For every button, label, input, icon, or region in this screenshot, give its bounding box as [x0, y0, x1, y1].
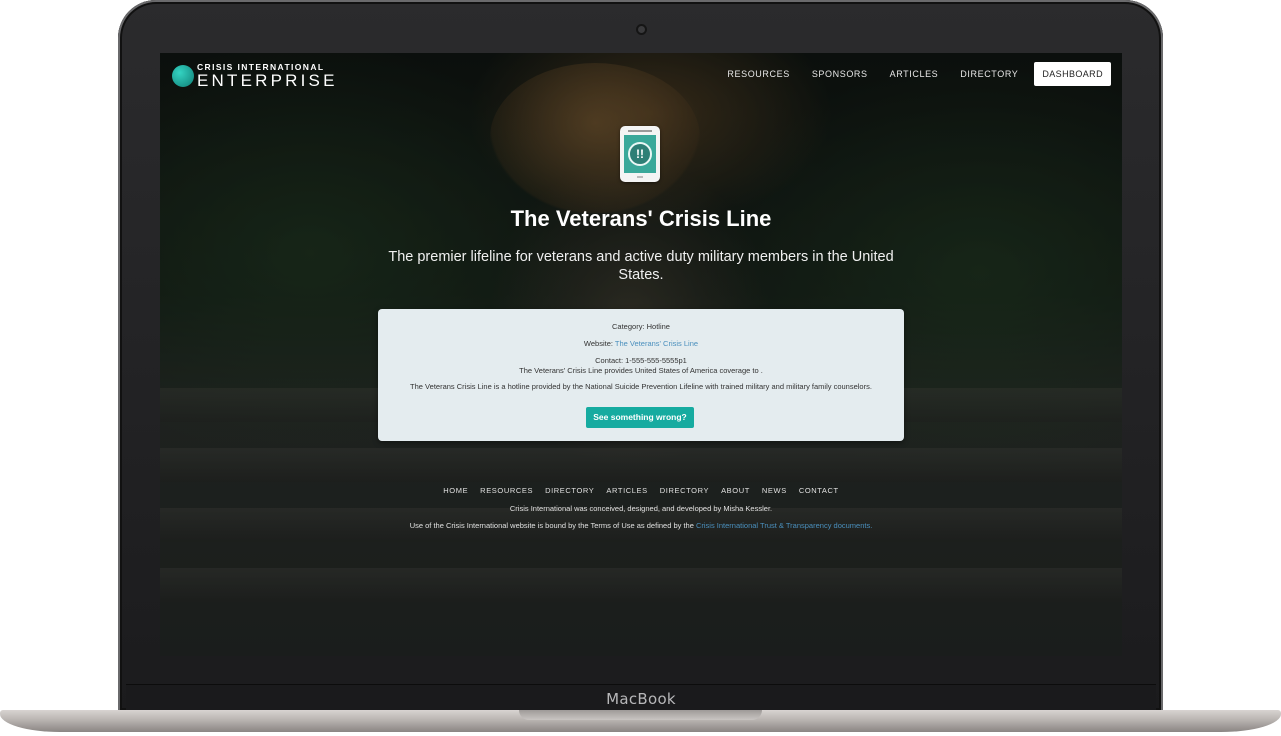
nav-resources[interactable]: RESOURCES — [727, 69, 789, 79]
resource-info-card: Category: Hotline Website: The Veterans'… — [378, 309, 904, 441]
category-text: Category: Hotline — [612, 322, 670, 331]
footer-link-about[interactable]: ABOUT — [721, 486, 750, 495]
footer-link-home[interactable]: HOME — [443, 486, 468, 495]
footer-nav: HOME RESOURCES DIRECTORY ARTICLES DIRECT… — [160, 486, 1122, 495]
website-label: Website: — [583, 339, 615, 348]
contact-text: Contact: 1-555-555-5555p1 — [595, 356, 687, 365]
footer-terms-link[interactable]: Crisis International Trust & Transparenc… — [696, 521, 872, 530]
globe-icon — [172, 64, 194, 87]
footer-link-directory-2[interactable]: DIRECTORY — [660, 486, 709, 495]
website-link[interactable]: The Veterans' Crisis Line — [615, 339, 698, 348]
page-title: The Veterans' Crisis Line — [510, 206, 772, 231]
website-row: Website: The Veterans' Crisis Line — [378, 339, 904, 348]
phone-alert-icon: !! — [620, 126, 660, 182]
footer-link-contact[interactable]: CONTACT — [799, 486, 839, 495]
report-issue-button[interactable]: See something wrong? — [586, 407, 694, 428]
footer-terms-text: Use of the Crisis International website … — [409, 521, 696, 530]
nav-sponsors[interactable]: SPONSORS — [812, 69, 868, 79]
device-brand-label: MacBook — [606, 690, 676, 708]
browser-screen: CRISIS INTERNATIONAL ENTERPRISE RESOURCE… — [160, 53, 1122, 656]
site-logo[interactable]: CRISIS INTERNATIONAL ENTERPRISE — [172, 63, 338, 89]
footer-terms: Use of the Crisis International website … — [160, 521, 1122, 530]
footer-link-articles[interactable]: ARTICLES — [606, 486, 647, 495]
dashboard-button[interactable]: DASHBOARD — [1034, 62, 1111, 86]
coverage-text: The Veterans' Crisis Line provides Unite… — [519, 366, 763, 375]
footer-link-directory[interactable]: DIRECTORY — [545, 486, 594, 495]
main-nav: RESOURCES SPONSORS ARTICLES DIRECTORY DA… — [705, 62, 1111, 86]
page-subtitle: The premier lifeline for veterans and ac… — [388, 249, 894, 283]
laptop-bezel-bottom: MacBook — [126, 684, 1156, 713]
laptop-hinge-notch — [519, 710, 762, 720]
nav-directory[interactable]: DIRECTORY — [960, 69, 1018, 79]
footer-credit: Crisis International was conceived, desi… — [509, 504, 773, 513]
logo-line2: ENTERPRISE — [197, 70, 338, 90]
footer-link-news[interactable]: NEWS — [762, 486, 787, 495]
description-text: The Veterans Crisis Line is a hotline pr… — [410, 382, 872, 391]
nav-articles[interactable]: ARTICLES — [890, 69, 939, 79]
footer-link-resources[interactable]: RESOURCES — [480, 486, 533, 495]
camera-icon — [638, 26, 645, 33]
